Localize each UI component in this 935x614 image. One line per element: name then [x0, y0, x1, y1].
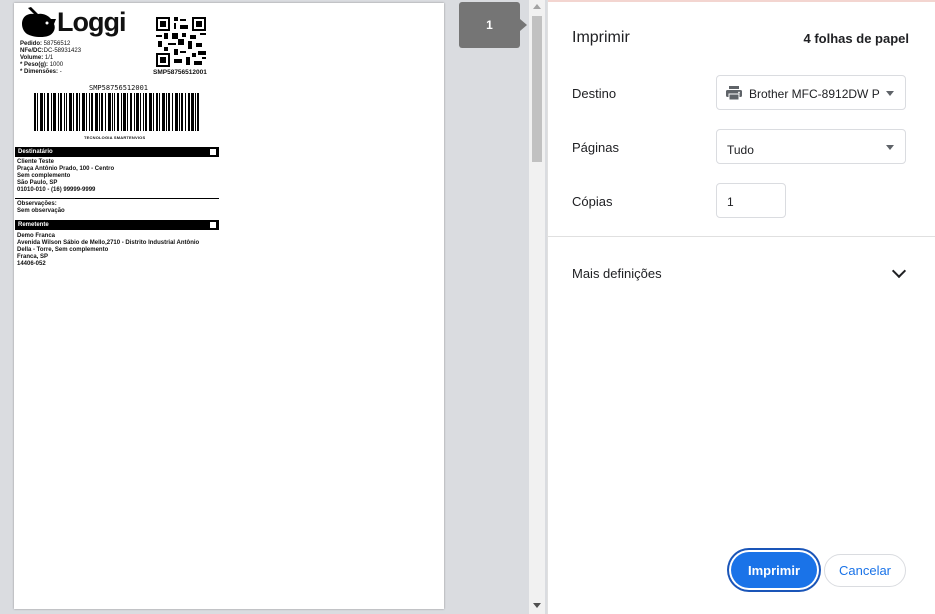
- dropdown-arrow-icon: [886, 145, 894, 150]
- sender-block: Demo Franca Avenida Wilson Sábio de Mell…: [17, 233, 199, 268]
- dest-address: Praça Antônio Prado, 100 - Centro: [17, 166, 115, 172]
- peso-value: 1000: [49, 62, 64, 68]
- preview-scrollbar[interactable]: [529, 0, 545, 614]
- rem-address-1: Avenida Wilson Sábio de Mello,2710 - Dis…: [17, 240, 200, 246]
- pedido-value: 58756512: [43, 41, 71, 47]
- barcode-text: SMP58756512001: [89, 84, 149, 92]
- brand-logo-text: Loggi: [57, 7, 126, 37]
- remetente-header: Remetente: [15, 220, 219, 230]
- destino-label: Destino: [572, 86, 617, 101]
- peso-label: * Peso(g):: [20, 62, 49, 68]
- pages-select[interactable]: Tudo: [716, 129, 906, 164]
- obs-value: Sem observação: [17, 208, 65, 214]
- dimensoes-value: -: [59, 69, 62, 75]
- checkbox-icon: [210, 222, 216, 228]
- scroll-thumb[interactable]: [532, 16, 542, 162]
- barcode: [34, 93, 199, 131]
- recipient-block: Cliente Teste Praça Antônio Prado, 100 -…: [17, 159, 114, 194]
- rem-name: Demo Franca: [17, 233, 56, 239]
- qr-code-text: SMP58756512001: [153, 69, 207, 76]
- preview-page: Loggi Pedido: 58756512 NFe/DC:DC-5893142…: [14, 3, 444, 609]
- copias-label: Cópias: [572, 194, 613, 209]
- section-divider: [548, 236, 935, 237]
- sheet-count: 4 folhas de papel: [803, 31, 909, 46]
- cancel-button[interactable]: Cancelar: [824, 554, 906, 587]
- dimensoes-label: * Dimensões:: [20, 69, 59, 75]
- destinatario-header: Destinatário: [15, 147, 219, 157]
- paginas-label: Páginas: [572, 140, 619, 155]
- rem-address-2: Della - Torre, Sem complemento: [17, 247, 109, 253]
- destination-value: Brother MFC-8912DW P: [749, 87, 880, 101]
- remetente-title: Remetente: [18, 222, 49, 228]
- print-settings-panel: Imprimir 4 folhas de papel Destino Broth…: [547, 0, 935, 614]
- nfe-label: NFe/DC:: [20, 48, 44, 54]
- dest-zip-phone: 01010-010 - (16) 99999-9999: [17, 187, 96, 193]
- checkbox-crossed-icon: [210, 149, 216, 155]
- obs-label: Observações:: [17, 201, 57, 207]
- print-button[interactable]: Imprimir: [731, 552, 817, 588]
- destinatario-title: Destinatário: [18, 149, 53, 155]
- barcode-caption: TECNOLOGIA SMARTENVIOS: [84, 135, 146, 140]
- rem-city: Franca, SP: [17, 254, 49, 260]
- more-settings-toggle[interactable]: Mais definições: [572, 266, 662, 281]
- loggi-bunny-logo: [22, 7, 56, 38]
- print-preview-area: Loggi Pedido: 58756512 NFe/DC:DC-5893142…: [0, 0, 547, 614]
- rem-zip: 14406-052: [17, 261, 46, 267]
- destination-select[interactable]: Brother MFC-8912DW P: [716, 75, 906, 110]
- nfe-value: DC-58931423: [43, 48, 82, 54]
- scroll-down-arrow-icon[interactable]: [533, 603, 541, 608]
- order-info: Pedido: 58756512 NFe/DC:DC-58931423 Volu…: [20, 41, 81, 76]
- dest-name: Cliente Teste: [17, 159, 54, 165]
- copies-input[interactable]: 1: [716, 183, 786, 218]
- qr-code: [156, 17, 206, 67]
- panel-title: Imprimir: [572, 29, 630, 46]
- dest-complement: Sem complemento: [17, 173, 71, 179]
- volume-label: Volume:: [20, 55, 44, 61]
- observations-block: Observações: Sem observação: [17, 201, 65, 215]
- panel-top-accent: [548, 0, 935, 2]
- scroll-up-arrow-icon[interactable]: [533, 4, 541, 9]
- divider-line: [15, 198, 219, 199]
- printer-icon: [726, 86, 742, 100]
- chevron-down-icon[interactable]: [891, 263, 907, 279]
- page-number-badge: 1: [459, 2, 527, 48]
- dropdown-arrow-icon: [886, 91, 894, 96]
- pages-value: Tudo: [727, 143, 754, 157]
- volume-value: 1/1: [44, 55, 54, 61]
- dest-city: São Paulo, SP: [17, 180, 58, 186]
- pedido-label: Pedido:: [20, 41, 42, 47]
